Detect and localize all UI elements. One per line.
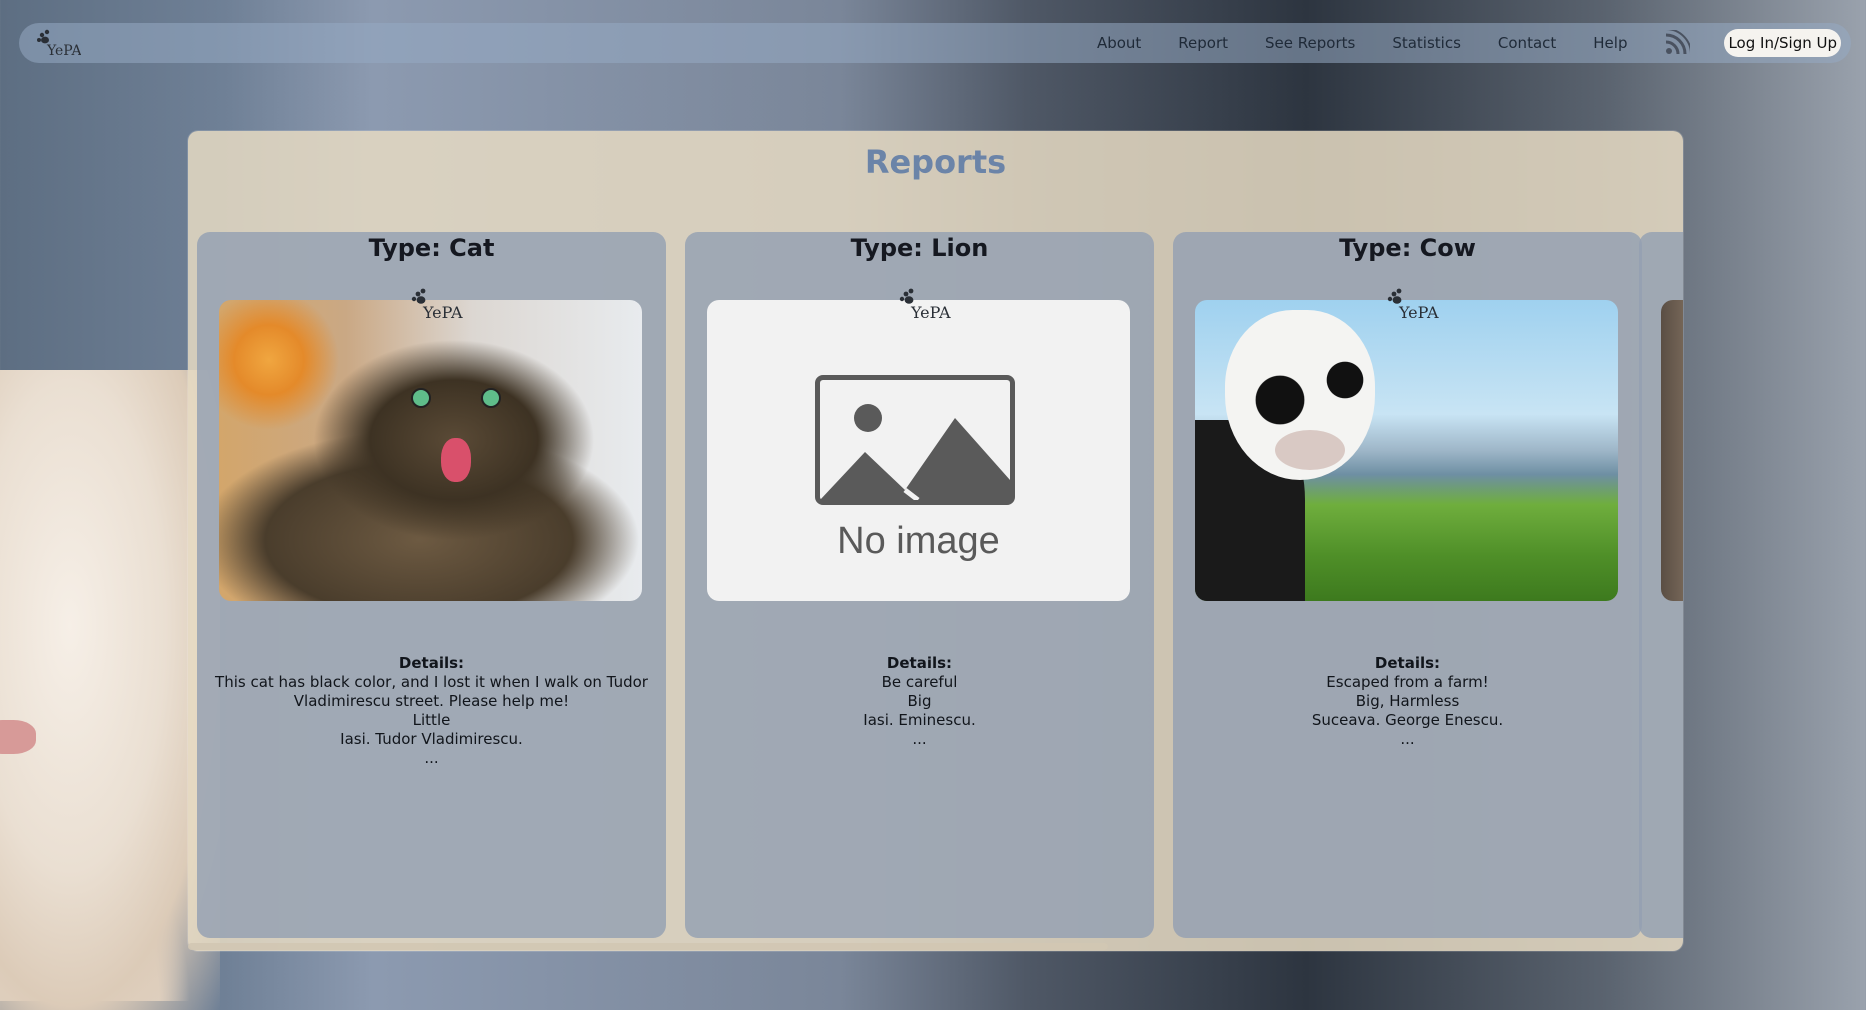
no-image-placeholder[interactable]: No image bbox=[707, 300, 1130, 601]
report-cards[interactable]: Type: Cat YePA Details: This cat has bla… bbox=[197, 232, 1683, 938]
nav-link-see-reports[interactable]: See Reports bbox=[1265, 34, 1355, 52]
card-details: Details: Be careful Big Iasi. Eminescu. … bbox=[695, 654, 1144, 749]
card-details: Details: This cat has black color, and I… bbox=[207, 654, 656, 768]
report-card-lion[interactable]: Type: Lion No image YePA Details: Be car… bbox=[685, 232, 1154, 938]
svg-text:YePA: YePA bbox=[1398, 303, 1439, 322]
cow-photo[interactable] bbox=[1195, 300, 1618, 601]
details-description: Be careful bbox=[881, 673, 958, 691]
details-size: Big bbox=[907, 692, 932, 710]
details-more[interactable]: ... bbox=[207, 749, 656, 768]
image-icon bbox=[815, 375, 1015, 505]
no-image-text: No image bbox=[837, 520, 1000, 562]
report-card-cow[interactable]: Type: Cow YePA Details: Escaped from a f… bbox=[1173, 232, 1642, 938]
cat-mouth bbox=[441, 438, 471, 482]
cards-horizontal-scrollbar[interactable] bbox=[188, 943, 1683, 951]
login-signup-button[interactable]: Log In/Sign Up bbox=[1724, 29, 1841, 57]
page-title: Reports bbox=[864, 143, 1007, 181]
svg-text:YePA: YePA bbox=[910, 303, 951, 322]
yepa-watermark-logo: YePA bbox=[1387, 288, 1439, 322]
partial-card-photo[interactable] bbox=[1661, 300, 1683, 601]
nav-link-report[interactable]: Report bbox=[1178, 34, 1228, 52]
details-label: Details: bbox=[1374, 654, 1441, 672]
report-card-cat[interactable]: Type: Cat YePA Details: This cat has bla… bbox=[197, 232, 666, 938]
yepa-watermark-logo: YePA bbox=[411, 288, 463, 322]
background-puppy-left bbox=[0, 370, 220, 1010]
scrollbar-thumb[interactable] bbox=[188, 943, 1108, 950]
rss-icon[interactable] bbox=[1664, 30, 1691, 56]
nav-link-statistics[interactable]: Statistics bbox=[1392, 34, 1461, 52]
details-label: Details: bbox=[398, 654, 465, 672]
nav-link-help[interactable]: Help bbox=[1593, 34, 1627, 52]
details-description: This cat has black color, and I lost it … bbox=[215, 673, 648, 710]
svg-text:YePA: YePA bbox=[46, 43, 81, 59]
card-details: Details: Escaped from a farm! Big, Harml… bbox=[1183, 654, 1632, 749]
details-location: Iasi. Tudor Vladimirescu. bbox=[340, 730, 523, 748]
nav-link-contact[interactable]: Contact bbox=[1498, 34, 1556, 52]
details-location: Suceava. George Enescu. bbox=[1311, 711, 1504, 729]
details-description: Escaped from a farm! bbox=[1326, 673, 1489, 691]
cat-eye-left bbox=[411, 388, 431, 408]
puppy-nose bbox=[0, 720, 36, 754]
cat-eye-right bbox=[481, 388, 501, 408]
details-size: Little bbox=[412, 711, 451, 729]
details-location: Iasi. Eminescu. bbox=[863, 711, 976, 729]
details-label: Details: bbox=[886, 654, 953, 672]
reports-panel: Reports Type: Cat YePA Details: This cat… bbox=[188, 131, 1683, 951]
yepa-logo[interactable]: YePA bbox=[33, 27, 81, 59]
details-more[interactable]: ... bbox=[695, 730, 1144, 749]
report-card-partial[interactable] bbox=[1639, 232, 1683, 938]
cat-photo[interactable] bbox=[219, 300, 642, 601]
yepa-watermark-logo: YePA bbox=[899, 288, 951, 322]
nav-link-about[interactable]: About bbox=[1097, 34, 1141, 52]
details-more[interactable]: ... bbox=[1183, 730, 1632, 749]
navbar: YePA About Report See Reports Statistics… bbox=[19, 23, 1851, 63]
details-size: Big, Harmless bbox=[1355, 692, 1460, 710]
card-type: Type: Cow bbox=[1339, 234, 1476, 262]
card-type: Type: Lion bbox=[850, 234, 989, 262]
svg-text:YePA: YePA bbox=[422, 303, 463, 322]
nav-links: About Report See Reports Statistics Cont… bbox=[1097, 23, 1841, 63]
card-type: Type: Cat bbox=[368, 234, 495, 262]
cow-nose bbox=[1275, 430, 1345, 470]
